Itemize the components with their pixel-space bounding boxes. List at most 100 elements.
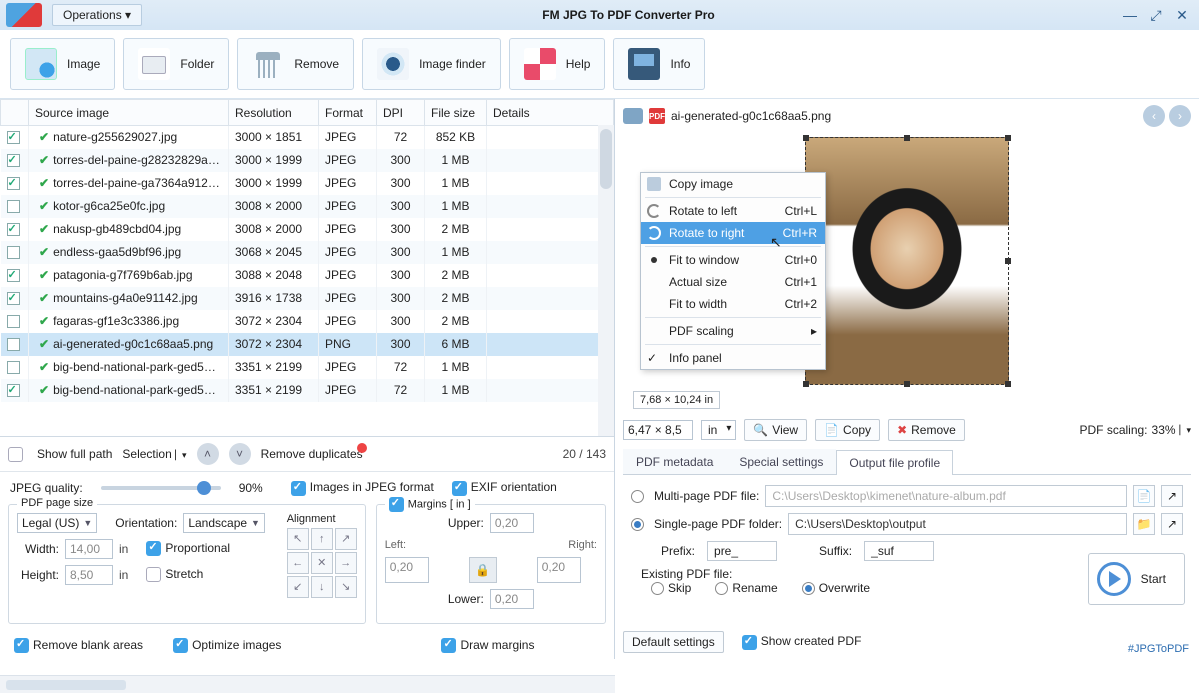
- ctx-pdf-scaling[interactable]: PDF scaling▸: [641, 320, 825, 342]
- lock-margins-button[interactable]: 🔒: [469, 557, 497, 583]
- maximize-button[interactable]: ⤢: [1145, 4, 1167, 26]
- col-filesize[interactable]: File size: [425, 100, 487, 126]
- ctx-info-panel[interactable]: ✓Info panel: [641, 347, 825, 369]
- table-row[interactable]: ✔kotor-g6ca25e0fc.jpg3008 × 2000JPEG3001…: [1, 195, 614, 218]
- left-input[interactable]: 0,20: [385, 557, 429, 583]
- next-image-button[interactable]: ›: [1169, 105, 1191, 127]
- row-checkbox[interactable]: [7, 223, 20, 236]
- unit-select[interactable]: in: [701, 420, 736, 440]
- col-dpi[interactable]: DPI: [377, 100, 425, 126]
- table-row[interactable]: ✔nakusp-gb489cbd04.jpg3008 × 2000JPEG300…: [1, 218, 614, 241]
- row-checkbox[interactable]: [7, 338, 20, 351]
- operations-menu[interactable]: Operations ▾: [52, 4, 142, 26]
- tab-special-settings[interactable]: Special settings: [726, 449, 836, 474]
- table-row[interactable]: ✔mountains-g4a0e91142.jpg3916 × 1738JPEG…: [1, 287, 614, 310]
- row-checkbox[interactable]: [7, 384, 20, 397]
- ctx-copy-image[interactable]: Copy image: [641, 173, 825, 195]
- move-up-button[interactable]: ˄: [197, 443, 219, 465]
- jpeg-quality-slider[interactable]: [101, 486, 221, 490]
- table-row[interactable]: ✔endless-gaa5d9bf96.jpg3068 × 2045JPEG30…: [1, 241, 614, 264]
- images-jpeg-checkbox[interactable]: [291, 481, 306, 496]
- row-checkbox[interactable]: [7, 154, 20, 167]
- multipage-path[interactable]: C:\Users\Desktop\kimenet\nature-album.pd…: [765, 485, 1127, 507]
- singlepage-path[interactable]: C:\Users\Desktop\output: [788, 513, 1127, 535]
- resize-handle[interactable]: [1005, 381, 1011, 387]
- image-finder-button[interactable]: Image finder: [362, 38, 501, 90]
- prefix-input[interactable]: pre_: [707, 541, 777, 561]
- prev-image-button[interactable]: ‹: [1143, 105, 1165, 127]
- start-button[interactable]: Start: [1088, 553, 1185, 605]
- table-row[interactable]: ✔patagonia-g7f769b6ab.jpg3088 × 2048JPEG…: [1, 264, 614, 287]
- row-checkbox[interactable]: [7, 315, 20, 328]
- rename-radio[interactable]: [715, 582, 728, 595]
- upper-input[interactable]: 0,20: [490, 513, 534, 533]
- folder-button[interactable]: Folder: [123, 38, 229, 90]
- remove-duplicates-button[interactable]: Remove duplicates: [261, 447, 363, 461]
- skip-radio[interactable]: [651, 582, 664, 595]
- table-row[interactable]: ✔big-bend-national-park-ged52be…3351 × 2…: [1, 356, 614, 379]
- resize-handle[interactable]: [1005, 258, 1011, 264]
- row-checkbox[interactable]: [7, 361, 20, 374]
- ctx-rotate-right[interactable]: Rotate to rightCtrl+R: [641, 222, 825, 244]
- dimension-input[interactable]: 6,47 × 8,5: [623, 420, 693, 440]
- row-checkbox[interactable]: [7, 246, 20, 259]
- table-row[interactable]: ✔torres-del-paine-g28232829a.jpg3000 × 1…: [1, 149, 614, 172]
- remove-blank-checkbox[interactable]: [14, 638, 29, 653]
- proportional-checkbox[interactable]: [146, 541, 161, 556]
- browse-folder-icon[interactable]: 📁: [1133, 513, 1155, 535]
- minimize-button[interactable]: —: [1119, 4, 1141, 26]
- col-format[interactable]: Format: [319, 100, 377, 126]
- row-checkbox[interactable]: [7, 292, 20, 305]
- info-button[interactable]: Info: [613, 38, 705, 90]
- pdf-scaling-value[interactable]: 33%: [1152, 423, 1176, 437]
- orientation-select[interactable]: Landscape▼: [183, 513, 265, 533]
- tab-output-file-profile[interactable]: Output file profile: [836, 450, 953, 475]
- right-input[interactable]: 0,20: [537, 557, 581, 583]
- multipage-radio[interactable]: [631, 490, 644, 503]
- resize-handle[interactable]: [904, 135, 910, 141]
- default-settings-button[interactable]: Default settings: [623, 631, 724, 653]
- multipage-open-icon[interactable]: ↗: [1161, 485, 1183, 507]
- stretch-checkbox[interactable]: [146, 567, 161, 582]
- ctx-fit-window[interactable]: Fit to windowCtrl+0: [641, 249, 825, 271]
- row-checkbox[interactable]: [7, 131, 20, 144]
- copy-button[interactable]: 📄Copy: [815, 419, 880, 441]
- show-created-checkbox[interactable]: [742, 635, 757, 650]
- preview-image[interactable]: [805, 137, 1009, 385]
- page-preset-select[interactable]: Legal (US)▼: [17, 513, 97, 533]
- ctx-fit-width[interactable]: Fit to widthCtrl+2: [641, 293, 825, 315]
- col-check[interactable]: [1, 100, 29, 126]
- alignment-grid[interactable]: ↖↑↗ ←✕→ ↙↓↘: [287, 528, 357, 598]
- remove-preview-button[interactable]: ✖Remove: [888, 419, 965, 441]
- multipage-pdf-icon[interactable]: 📄: [1133, 485, 1155, 507]
- height-input[interactable]: 8,50: [65, 565, 113, 585]
- tab-pdf-metadata[interactable]: PDF metadata: [623, 449, 726, 474]
- table-row[interactable]: ✔torres-del-paine-ga7364a912.jpg3000 × 1…: [1, 172, 614, 195]
- close-button[interactable]: ✕: [1171, 4, 1193, 26]
- resize-handle[interactable]: [904, 381, 910, 387]
- resize-handle[interactable]: [803, 381, 809, 387]
- show-full-path-checkbox[interactable]: [8, 447, 23, 462]
- scrollbar-thumb[interactable]: [600, 129, 612, 189]
- lower-input[interactable]: 0,20: [490, 589, 534, 609]
- overwrite-radio[interactable]: [802, 582, 815, 595]
- remove-button[interactable]: Remove: [237, 38, 354, 90]
- image-button[interactable]: Image: [10, 38, 115, 90]
- resize-handle[interactable]: [1005, 135, 1011, 141]
- col-resolution[interactable]: Resolution: [229, 100, 319, 126]
- move-down-button[interactable]: ˅: [229, 443, 251, 465]
- row-checkbox[interactable]: [7, 200, 20, 213]
- open-folder-icon[interactable]: ↗: [1161, 513, 1183, 535]
- col-source[interactable]: Source image: [29, 100, 229, 126]
- col-details[interactable]: Details: [487, 100, 614, 126]
- margins-checkbox[interactable]: [389, 497, 404, 512]
- row-checkbox[interactable]: [7, 177, 20, 190]
- draw-margins-checkbox[interactable]: [441, 638, 456, 653]
- width-input[interactable]: 14,00: [65, 539, 113, 559]
- help-button[interactable]: Help: [509, 38, 606, 90]
- table-row[interactable]: ✔nature-g255629027.jpg3000 × 1851JPEG728…: [1, 126, 614, 149]
- exif-checkbox[interactable]: [452, 481, 467, 496]
- selection-dropdown[interactable]: Selection ▏▾: [122, 447, 186, 461]
- table-row[interactable]: ✔big-bend-national-park-ged52be…3351 × 2…: [1, 379, 614, 402]
- hashtag-link[interactable]: #JPGToPDF: [1128, 643, 1189, 655]
